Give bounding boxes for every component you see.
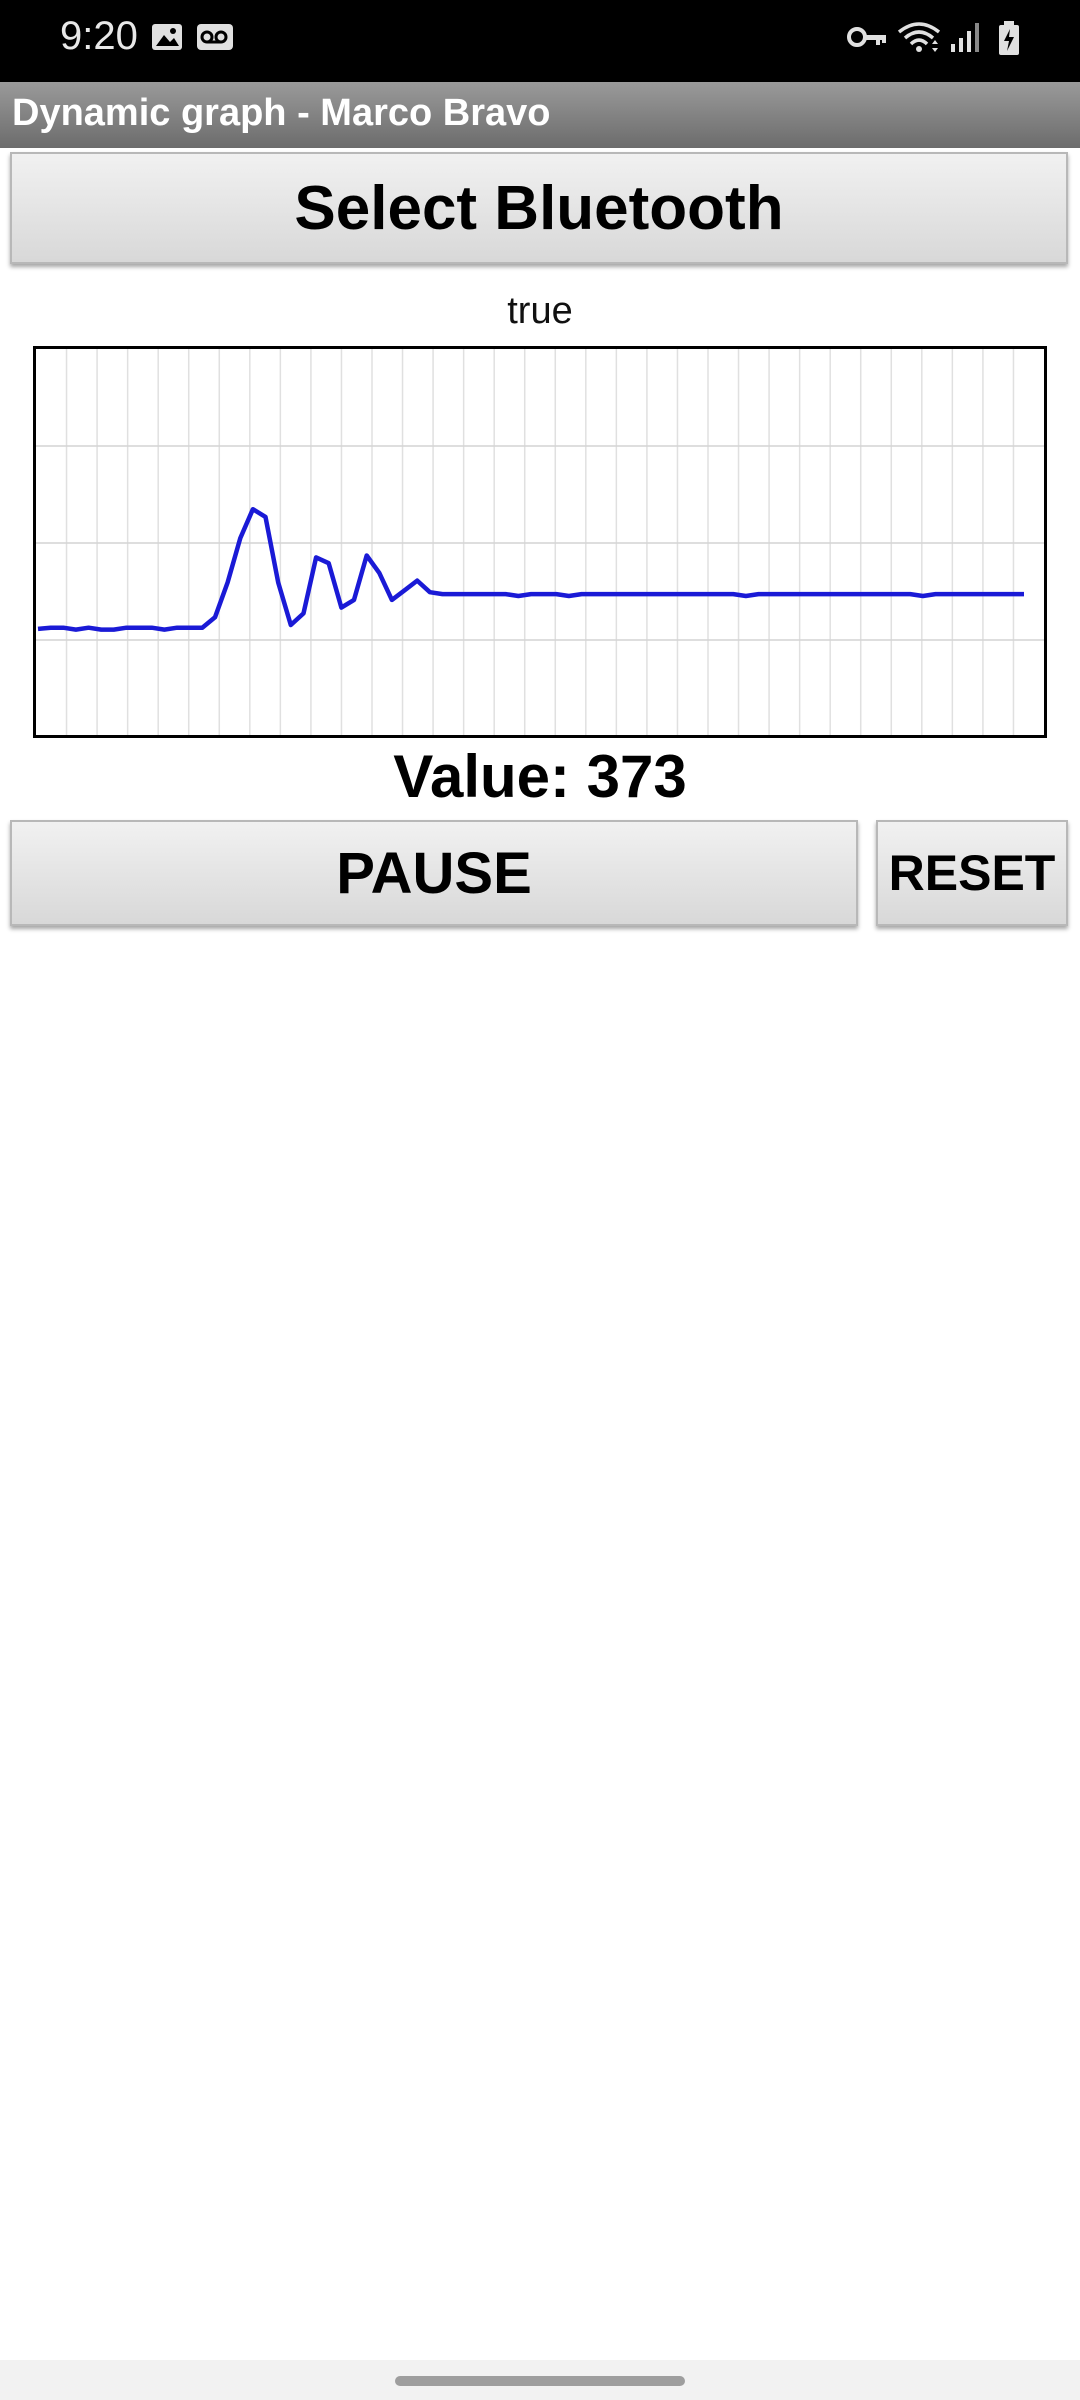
- app-title: Dynamic graph - Marco Bravo: [12, 92, 551, 134]
- pause-button[interactable]: PAUSE: [10, 820, 858, 926]
- voicemail-icon: [196, 20, 236, 59]
- reset-button[interactable]: RESET: [876, 820, 1068, 926]
- select-bluetooth-button[interactable]: Select Bluetooth: [10, 152, 1068, 264]
- value-label: Value: 373: [393, 743, 687, 810]
- connection-status-label: true: [507, 290, 573, 332]
- dynamic-graph-chart: [33, 346, 1047, 738]
- vpn-key-icon: [846, 20, 888, 59]
- status-bar: 9:20: [0, 0, 1080, 82]
- series-line-0: [37, 506, 1024, 632]
- wifi-icon: [896, 20, 942, 61]
- navigation-bar: [0, 2360, 1080, 2400]
- battery-charging-icon: [996, 20, 1022, 61]
- signal-icon: [948, 20, 982, 59]
- home-gesture-handle[interactable]: [395, 2376, 685, 2386]
- chart-canvas: [36, 349, 1044, 735]
- status-time: 9:20: [60, 14, 138, 58]
- image-icon: [150, 20, 184, 59]
- app-title-bar: Dynamic graph - Marco Bravo: [0, 82, 1080, 148]
